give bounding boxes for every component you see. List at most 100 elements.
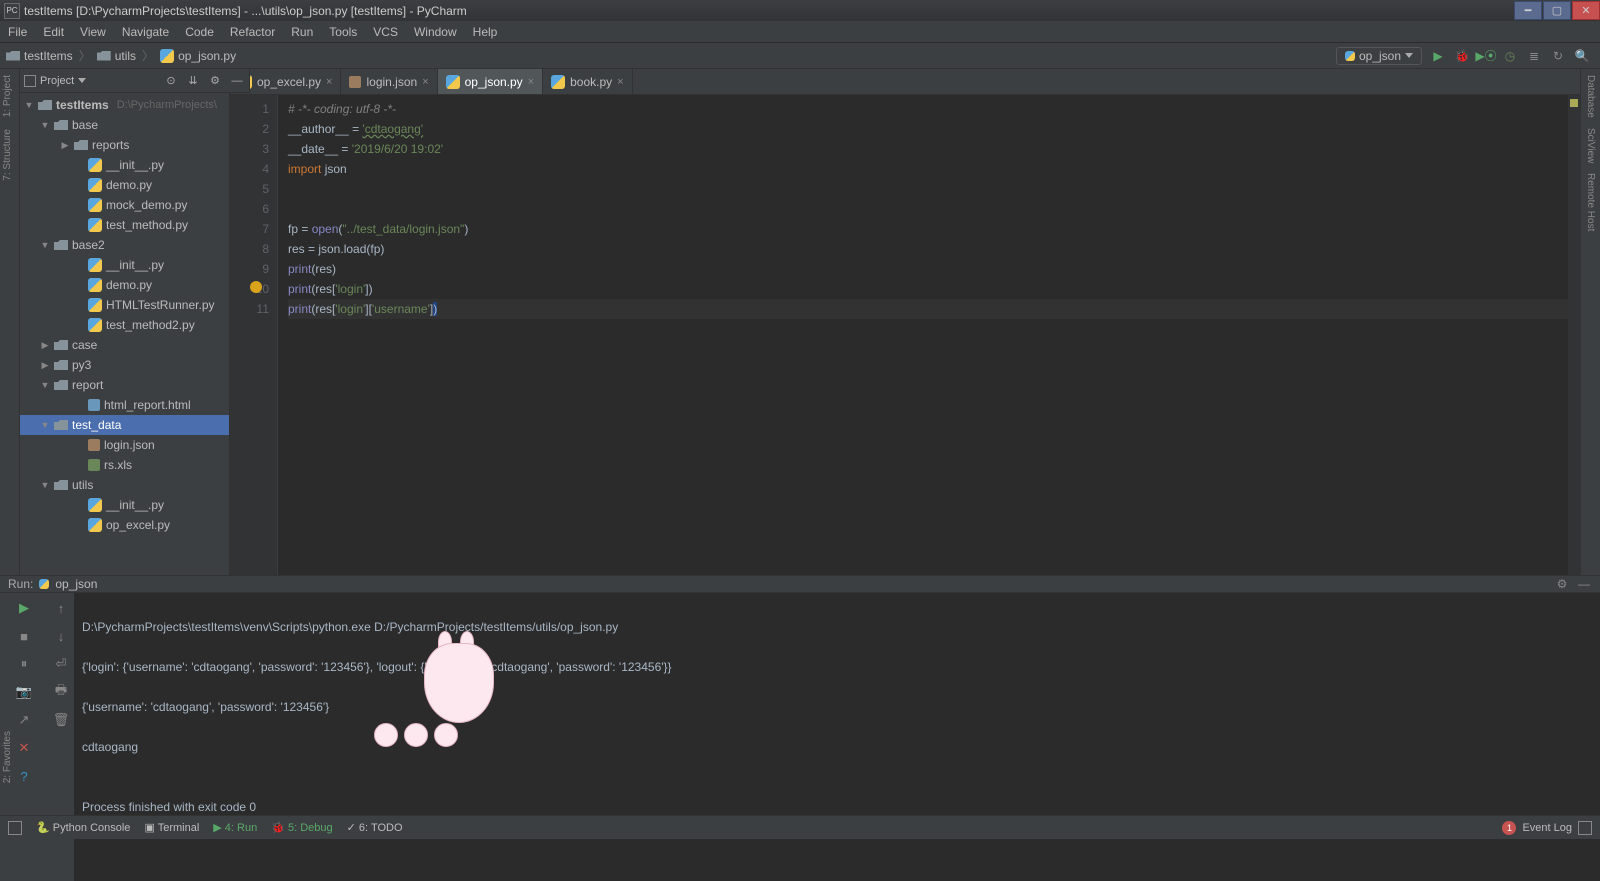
tree-folder-utils[interactable]: ▼utils: [20, 475, 229, 495]
expand-icon[interactable]: ▼: [24, 100, 34, 110]
close-icon[interactable]: ×: [617, 76, 623, 88]
update-button[interactable]: ↻: [1550, 48, 1566, 64]
breadcrumb[interactable]: testItems 〉 utils 〉 op_json.py: [0, 47, 242, 64]
tree-file[interactable]: ·op_excel.py: [20, 515, 229, 535]
menu-view[interactable]: View: [72, 21, 114, 43]
tab-book[interactable]: book.py×: [543, 69, 632, 94]
tree-folder-py3[interactable]: ▶py3: [20, 355, 229, 375]
print-button[interactable]: 🖶: [52, 683, 70, 701]
tree-file[interactable]: ·login.json: [20, 435, 229, 455]
maximize-button[interactable]: ▢: [1543, 1, 1571, 20]
tree-folder-base2[interactable]: ▼base2: [20, 235, 229, 255]
editor-body[interactable]: 123456789 10 11 # -*- coding: utf-8 -*- …: [230, 95, 1580, 575]
tree-file[interactable]: ·rs.xls: [20, 455, 229, 475]
tool-tab-database[interactable]: Database: [1585, 75, 1596, 118]
restore-layout-button[interactable]: ↗: [15, 711, 33, 729]
locate-file-button[interactable]: ⊙: [163, 73, 179, 89]
close-icon[interactable]: ×: [528, 76, 534, 88]
tool-tab-remote-host[interactable]: Remote Host: [1585, 173, 1596, 231]
hide-panel-button[interactable]: —: [1576, 576, 1592, 592]
error-stripe[interactable]: [1568, 95, 1580, 575]
clear-button[interactable]: 🗑: [52, 711, 70, 729]
menu-refactor[interactable]: Refactor: [222, 21, 283, 43]
menu-help[interactable]: Help: [465, 21, 506, 43]
project-view-selector[interactable]: Project: [24, 75, 86, 87]
tool-tab-favorites[interactable]: 2: Favorites: [0, 725, 15, 789]
search-everywhere-button[interactable]: 🔍: [1574, 48, 1590, 64]
close-tab-button[interactable]: ✕: [15, 739, 33, 757]
tree-folder-test-data[interactable]: ▼test_data: [20, 415, 229, 435]
menu-window[interactable]: Window: [406, 21, 465, 43]
settings-icon[interactable]: ⚙: [207, 73, 223, 89]
tree-file[interactable]: ·html_report.html: [20, 395, 229, 415]
tree-file[interactable]: ·test_method.py: [20, 215, 229, 235]
tree-folder-base[interactable]: ▼base: [20, 115, 229, 135]
wrap-button[interactable]: ⏎: [52, 655, 70, 673]
pause-button[interactable]: ⏸: [15, 655, 33, 673]
expand-icon[interactable]: ▶: [40, 360, 50, 371]
stop-button[interactable]: ■: [15, 627, 33, 645]
minimize-button[interactable]: ━: [1514, 1, 1542, 20]
crumb-folder[interactable]: utils: [115, 49, 136, 63]
menu-tools[interactable]: Tools: [321, 21, 365, 43]
help-button[interactable]: ?: [15, 767, 33, 785]
expand-icon[interactable]: ▼: [40, 240, 50, 250]
debug-button[interactable]: 🐞: [1454, 48, 1470, 64]
tab-login-json[interactable]: login.json×: [341, 69, 437, 94]
intention-bulb-icon[interactable]: [250, 281, 262, 293]
tree-folder-report[interactable]: ▼report: [20, 375, 229, 395]
expand-icon[interactable]: ▼: [40, 480, 50, 490]
tree-folder-case[interactable]: ▶case: [20, 335, 229, 355]
tool-tab-sciview[interactable]: SciView: [1585, 128, 1596, 163]
warning-marker-icon[interactable]: [1570, 99, 1578, 107]
tool-tab-project[interactable]: 1: Project: [0, 69, 15, 123]
expand-icon[interactable]: ▶: [40, 340, 50, 351]
tree-file[interactable]: ·demo.py: [20, 275, 229, 295]
dump-threads-button[interactable]: 📷: [15, 683, 33, 701]
tree-file[interactable]: ·demo.py: [20, 175, 229, 195]
tree-file[interactable]: ·HTMLTestRunner.py: [20, 295, 229, 315]
run-panel-config-name: op_json: [55, 577, 97, 591]
tree-file[interactable]: ·__init__.py: [20, 255, 229, 275]
console-output[interactable]: D:\PycharmProjects\testItems\venv\Script…: [74, 593, 1600, 881]
expand-icon[interactable]: ▼: [40, 380, 50, 390]
menu-file[interactable]: File: [0, 21, 35, 43]
folder-icon: [6, 51, 20, 61]
tab-op-json[interactable]: op_json.py×: [438, 69, 543, 94]
menu-vcs[interactable]: VCS: [365, 21, 406, 43]
expand-icon[interactable]: ▶: [60, 140, 70, 151]
crumb-root[interactable]: testItems: [24, 49, 73, 63]
close-button[interactable]: ✕: [1572, 1, 1600, 20]
hide-button[interactable]: —: [229, 73, 245, 89]
menu-code[interactable]: Code: [177, 21, 222, 43]
run-config-selector[interactable]: op_json: [1336, 47, 1422, 65]
menu-edit[interactable]: Edit: [35, 21, 72, 43]
settings-icon[interactable]: ⚙: [1554, 576, 1570, 592]
crumb-file[interactable]: op_json.py: [178, 49, 236, 63]
rerun-button[interactable]: ▶: [15, 599, 33, 617]
tree-file[interactable]: ·test_method2.py: [20, 315, 229, 335]
tree-project-root[interactable]: ▼ testItems D:\PycharmProjects\: [20, 95, 229, 115]
tree-file[interactable]: ·__init__.py: [20, 495, 229, 515]
run-button[interactable]: ▶: [1430, 48, 1446, 64]
menu-navigate[interactable]: Navigate: [114, 21, 177, 43]
tree-file[interactable]: ·mock_demo.py: [20, 195, 229, 215]
collapse-all-button[interactable]: ⇊: [185, 73, 201, 89]
tool-tab-structure[interactable]: 7: Structure: [0, 123, 15, 187]
run-profile-button[interactable]: ◷: [1502, 48, 1518, 64]
down-button[interactable]: ↓: [52, 627, 70, 645]
stop-button[interactable]: ≣: [1526, 48, 1542, 64]
close-icon[interactable]: ×: [326, 76, 332, 88]
tree-folder-reports[interactable]: ▶reports: [20, 135, 229, 155]
run-coverage-button[interactable]: ▶⦿: [1478, 48, 1494, 64]
expand-icon[interactable]: ▼: [40, 420, 50, 430]
expand-icon[interactable]: ▼: [40, 120, 50, 130]
code-editor[interactable]: # -*- coding: utf-8 -*- __author__ = 'cd…: [278, 95, 1580, 575]
close-icon[interactable]: ×: [422, 76, 428, 88]
line-gutter[interactable]: 123456789 10 11: [230, 95, 278, 575]
tool-window-button[interactable]: [8, 821, 22, 835]
menu-run[interactable]: Run: [283, 21, 321, 43]
project-tree[interactable]: ▼ testItems D:\PycharmProjects\ ▼base ▶r…: [20, 93, 229, 535]
tree-file[interactable]: ·__init__.py: [20, 155, 229, 175]
up-button[interactable]: ↑: [52, 599, 70, 617]
